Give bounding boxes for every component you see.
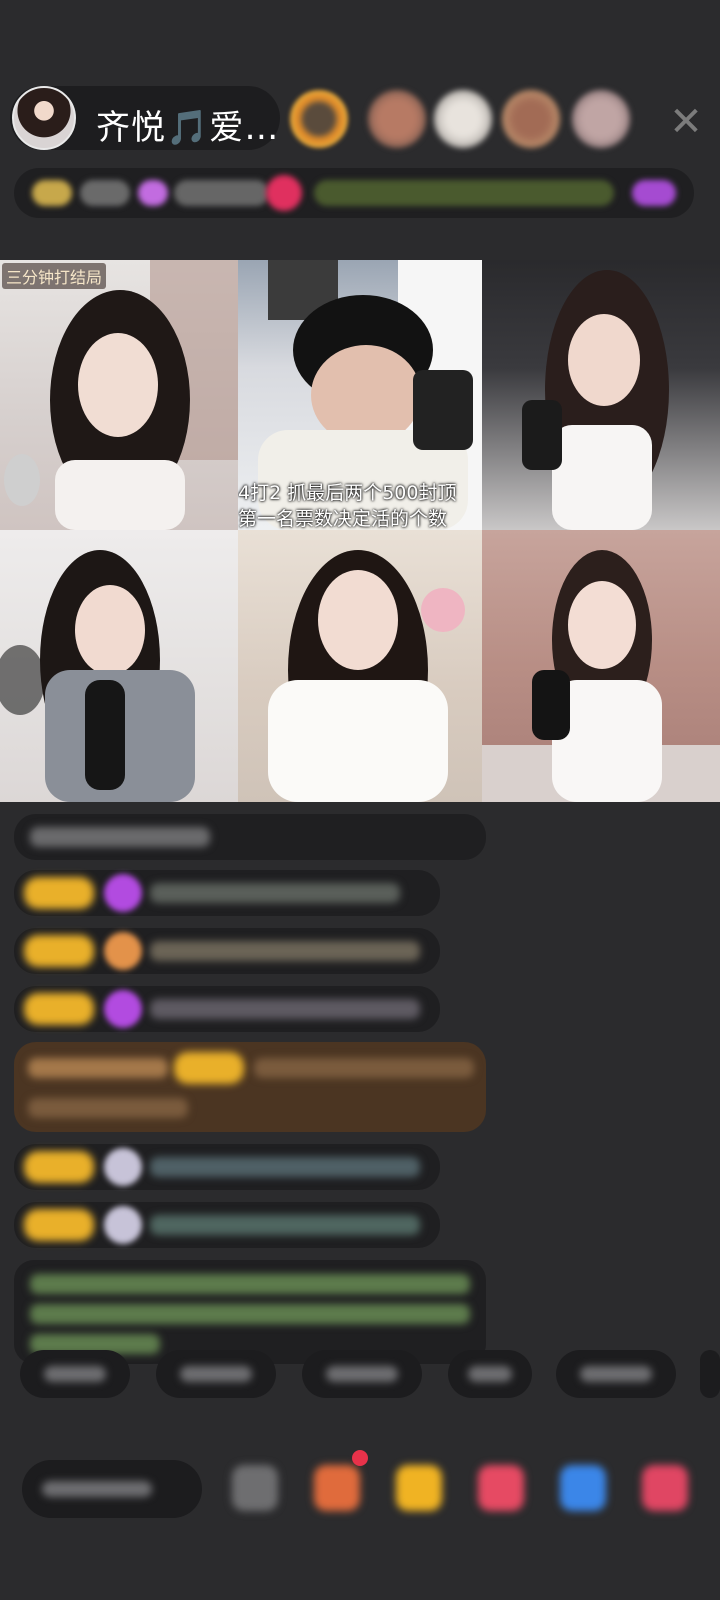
multi-guest-video-grid: 三分钟打结局 4打2 抓最后两个500封顶 第一名票数决定活的个数	[0, 260, 720, 802]
announcement-text	[30, 1274, 470, 1294]
user-level-badge	[174, 1052, 244, 1084]
info-text	[174, 180, 269, 206]
system-notice-bubble	[14, 814, 486, 860]
comment-placeholder	[42, 1481, 152, 1497]
rank-info-pill[interactable]	[314, 180, 614, 206]
user-level-badge	[24, 877, 94, 909]
quick-reply-label	[180, 1366, 252, 1382]
rule-overlay-line: 4打2 抓最后两个500封顶	[238, 482, 457, 504]
activity-icon[interactable]	[478, 1465, 524, 1511]
emoji-icon[interactable]	[232, 1465, 278, 1511]
chat-message[interactable]	[14, 870, 440, 916]
colorful-badge-icon	[138, 180, 168, 206]
quick-reply-label	[44, 1366, 106, 1382]
guest-video-image	[522, 270, 669, 530]
quick-reply-button[interactable]	[556, 1350, 676, 1398]
user-avatar	[104, 874, 142, 912]
guest-video-image	[482, 550, 720, 802]
top-viewer-avatar[interactable]	[502, 90, 560, 148]
chat-message[interactable]	[14, 1202, 440, 1248]
guest-video-image	[268, 550, 465, 802]
chat-message[interactable]	[14, 1144, 440, 1190]
live-info-bar[interactable]	[14, 168, 694, 218]
host-avatar[interactable]	[12, 86, 76, 150]
user-level-badge	[24, 993, 94, 1025]
close-icon[interactable]: ✕	[664, 100, 708, 144]
shop-icon[interactable]	[314, 1465, 360, 1511]
chat-text	[150, 941, 420, 961]
chat-message[interactable]	[14, 928, 440, 974]
game-icon[interactable]	[560, 1465, 606, 1511]
chat-text	[254, 1058, 474, 1078]
chat-text	[150, 999, 420, 1019]
quick-reply-label	[468, 1366, 512, 1382]
quick-reply-button[interactable]	[156, 1350, 276, 1398]
host-name[interactable]: 齐悦🎵爱…	[96, 100, 279, 149]
quick-reply-label	[326, 1366, 398, 1382]
quick-reply-button[interactable]	[700, 1350, 720, 1398]
quick-reply-button[interactable]	[20, 1350, 130, 1398]
guest-video-tile[interactable]: 三分钟打结局	[0, 260, 238, 530]
top-viewer-avatar[interactable]	[572, 90, 630, 148]
highlighted-chat-message[interactable]	[14, 1042, 486, 1132]
top-viewer-avatar[interactable]	[368, 90, 426, 148]
gift-icon[interactable]	[632, 180, 676, 206]
top-viewer-avatar[interactable]	[434, 90, 492, 148]
chat-message[interactable]	[14, 986, 440, 1032]
user-level-badge	[24, 935, 94, 967]
red-badge-icon	[266, 175, 302, 211]
level-badge	[32, 180, 72, 206]
guest-video-tile[interactable]: 4打2 抓最后两个500封顶 第一名票数决定活的个数	[238, 260, 482, 530]
chat-text	[28, 1058, 168, 1078]
guest-video-image	[0, 550, 195, 802]
top-viewer-avatar[interactable]	[290, 90, 348, 148]
guest-video-tile[interactable]	[238, 530, 482, 802]
gift-box-icon[interactable]	[396, 1465, 442, 1511]
rule-overlay-line: 第一名票数决定活的个数	[238, 508, 448, 530]
user-level-badge	[24, 1209, 94, 1241]
quick-reply-button[interactable]	[302, 1350, 422, 1398]
quick-reply-button[interactable]	[448, 1350, 532, 1398]
chat-text	[150, 1157, 420, 1177]
chat-text	[150, 1215, 420, 1235]
info-text	[80, 180, 130, 206]
more-icon[interactable]	[642, 1465, 688, 1511]
guest-video-tile[interactable]	[482, 260, 720, 530]
guest-video-tile[interactable]	[482, 530, 720, 802]
user-avatar	[104, 1148, 142, 1186]
chat-text	[150, 883, 400, 903]
notice-text	[30, 827, 210, 847]
comment-input[interactable]	[22, 1460, 202, 1518]
user-avatar	[104, 932, 142, 970]
notification-dot	[352, 1450, 368, 1466]
user-avatar	[104, 1206, 142, 1244]
round-timer-label: 三分钟打结局	[2, 263, 107, 289]
guest-video-image	[4, 260, 238, 530]
quick-reply-label	[580, 1366, 652, 1382]
announcement-text	[30, 1304, 470, 1324]
chat-text	[28, 1098, 188, 1118]
guest-video-tile[interactable]	[0, 530, 238, 802]
announcement-message	[14, 1260, 486, 1364]
user-avatar	[104, 990, 142, 1028]
user-level-badge	[24, 1151, 94, 1183]
